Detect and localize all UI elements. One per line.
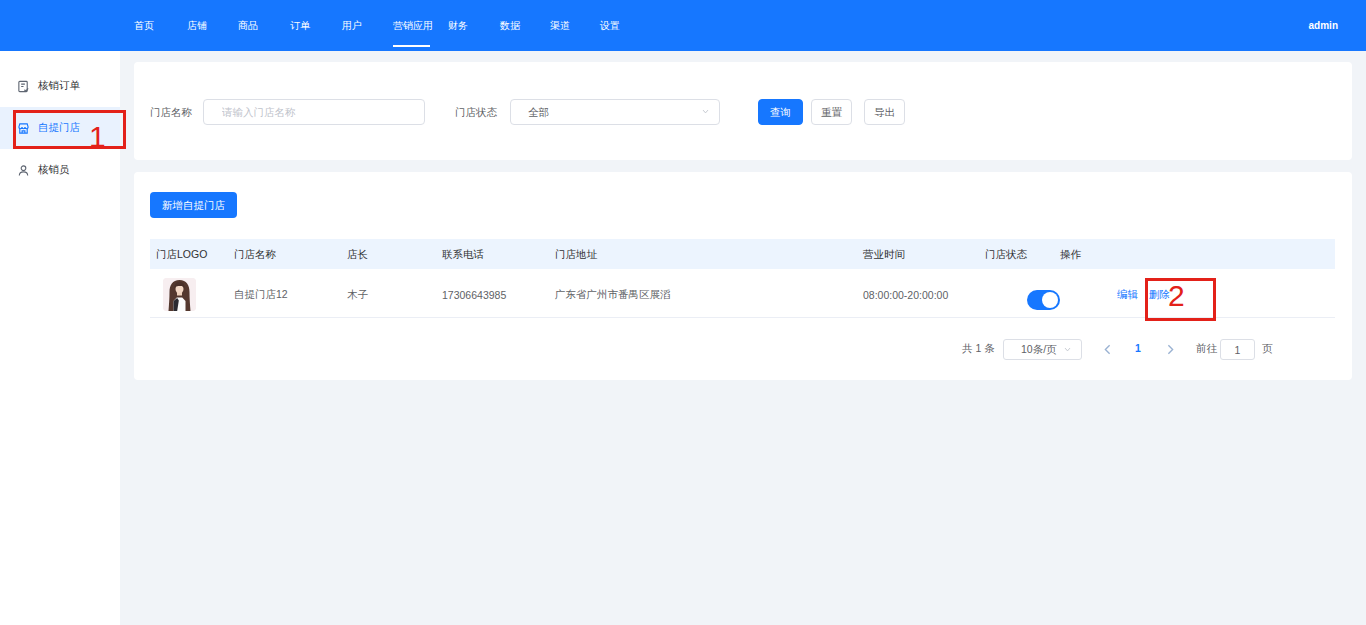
col-phone: 联系电话 bbox=[436, 239, 549, 269]
next-page-arrow[interactable] bbox=[1167, 344, 1174, 355]
cell-address: 广东省广州市番禺区展滔 bbox=[549, 269, 857, 317]
reset-button[interactable]: 重置 bbox=[811, 99, 852, 125]
nav-shop[interactable]: 店铺 bbox=[187, 0, 207, 51]
col-address: 门店地址 bbox=[549, 239, 857, 269]
sidebar-item-label: 核销员 bbox=[38, 163, 70, 177]
top-navbar: 首页 店铺 商品 订单 用户 营销应用 财务 数据 渠道 设置 admin bbox=[0, 0, 1366, 51]
sidebar-item-label: 核销订单 bbox=[38, 79, 80, 93]
prev-page-arrow[interactable] bbox=[1104, 344, 1111, 355]
col-logo: 门店LOGO bbox=[150, 239, 228, 269]
order-check-icon bbox=[17, 80, 30, 93]
nav-data[interactable]: 数据 bbox=[500, 0, 520, 51]
page-size-value: 10条/页 bbox=[1021, 343, 1057, 355]
nav-home[interactable]: 首页 bbox=[134, 0, 154, 51]
col-name: 门店名称 bbox=[228, 239, 341, 269]
nav-users[interactable]: 用户 bbox=[342, 0, 362, 51]
store-status-value: 全部 bbox=[528, 106, 549, 118]
nav-goods[interactable]: 商品 bbox=[238, 0, 258, 51]
table-card: 新增自提门店 门店LOGO 门店名称 店长 联系电话 门店地址 营业时间 门店状… bbox=[134, 172, 1352, 380]
page-unit-label: 页 bbox=[1262, 342, 1273, 356]
store-status-toggle[interactable] bbox=[1027, 290, 1060, 310]
chevron-down-icon bbox=[1064, 346, 1071, 353]
nav-finance[interactable]: 财务 bbox=[448, 0, 468, 51]
annotation-number-2: 2 bbox=[1168, 281, 1185, 311]
toggle-knob bbox=[1042, 292, 1058, 308]
cell-store-name: 自提门店12 bbox=[228, 269, 341, 317]
export-button[interactable]: 导出 bbox=[864, 99, 905, 125]
cell-hours: 08:00:00-20:00:00 bbox=[857, 269, 979, 317]
goto-label: 前往 bbox=[1196, 342, 1217, 356]
active-nav-underline bbox=[393, 45, 430, 47]
col-actions: 操作 bbox=[1054, 239, 1335, 269]
store-status-select[interactable]: 全部 bbox=[510, 99, 720, 125]
store-name-input-wrap bbox=[203, 99, 425, 125]
search-button[interactable]: 查询 bbox=[758, 99, 803, 125]
col-hours: 营业时间 bbox=[857, 239, 979, 269]
store-name-label: 门店名称 bbox=[150, 99, 192, 125]
sidebar-item-verifier[interactable]: 核销员 bbox=[0, 149, 120, 191]
nav-marketing[interactable]: 营销应用 bbox=[393, 0, 433, 51]
goto-page-input[interactable] bbox=[1220, 339, 1255, 360]
nav-channel[interactable]: 渠道 bbox=[550, 0, 570, 51]
store-logo-avatar bbox=[163, 278, 196, 311]
cell-manager: 木子 bbox=[341, 269, 436, 317]
annotation-box-1 bbox=[13, 110, 126, 149]
table-header-row: 门店LOGO 门店名称 店长 联系电话 门店地址 营业时间 门店状态 操作 bbox=[150, 239, 1335, 269]
current-page[interactable]: 1 bbox=[1135, 342, 1141, 354]
nav-orders[interactable]: 订单 bbox=[290, 0, 310, 51]
edit-link[interactable]: 编辑 bbox=[1117, 288, 1138, 302]
col-manager: 店长 bbox=[341, 239, 436, 269]
pagination-total: 共 1 条 bbox=[962, 342, 995, 356]
admin-user-label[interactable]: admin bbox=[1309, 0, 1338, 51]
person-icon bbox=[17, 164, 30, 177]
col-status: 门店状态 bbox=[979, 239, 1054, 269]
sidebar-item-verify-orders[interactable]: 核销订单 bbox=[0, 65, 120, 107]
add-store-button[interactable]: 新增自提门店 bbox=[150, 192, 237, 218]
chevron-down-icon bbox=[702, 108, 709, 115]
page-size-select[interactable]: 10条/页 bbox=[1003, 339, 1082, 360]
annotation-number-1: 1 bbox=[89, 122, 106, 152]
filter-card: 门店名称 门店状态 全部 查询 重置 导出 bbox=[134, 62, 1352, 160]
store-status-label: 门店状态 bbox=[455, 99, 497, 125]
main-content: 门店名称 门店状态 全部 查询 重置 导出 新增自提门店 门店LOGO 门店名称… bbox=[120, 51, 1366, 625]
store-name-input[interactable] bbox=[204, 100, 424, 124]
cell-phone: 17306643985 bbox=[436, 269, 549, 317]
nav-settings[interactable]: 设置 bbox=[600, 0, 620, 51]
